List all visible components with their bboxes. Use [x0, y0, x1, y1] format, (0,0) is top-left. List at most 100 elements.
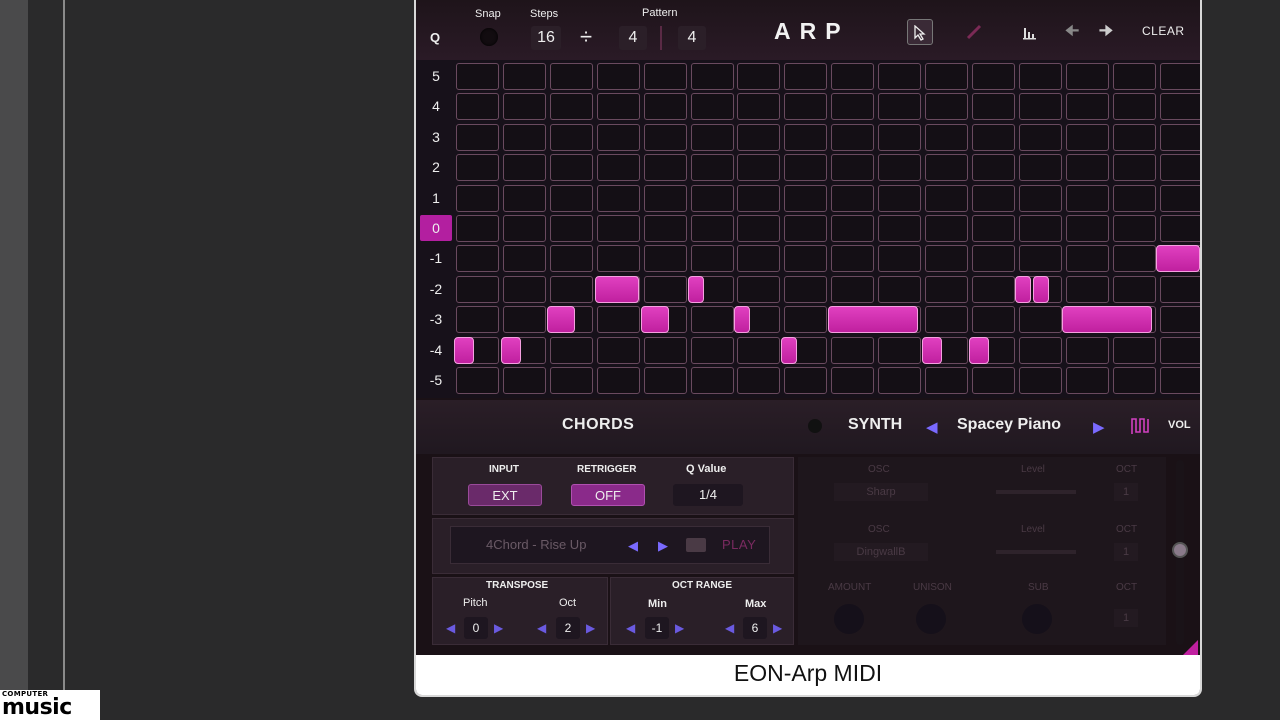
- note-block[interactable]: [595, 275, 639, 303]
- grid-cell[interactable]: [456, 63, 499, 90]
- grid-cell[interactable]: [831, 215, 875, 242]
- grid-cell[interactable]: [925, 306, 968, 334]
- grid-cell[interactable]: [549, 275, 593, 303]
- grid-cell[interactable]: [1159, 367, 1200, 394]
- grid-cell[interactable]: [925, 93, 968, 121]
- grid-cell[interactable]: [784, 245, 828, 273]
- grid-cell[interactable]: [1159, 215, 1200, 242]
- retrigger-toggle[interactable]: OFF: [571, 484, 645, 506]
- grid-cell[interactable]: [878, 275, 922, 303]
- note-block[interactable]: [1156, 245, 1200, 273]
- oct-down-icon[interactable]: ◀: [537, 621, 546, 635]
- grid-cell[interactable]: [971, 215, 1015, 242]
- note-block[interactable]: [922, 336, 942, 364]
- grid-cell[interactable]: [1065, 123, 1109, 151]
- grid-cell[interactable]: [596, 306, 640, 334]
- max-up-icon[interactable]: ▶: [773, 621, 782, 635]
- note-block[interactable]: [734, 306, 750, 334]
- grid-cell[interactable]: [1112, 336, 1156, 364]
- grid-cell[interactable]: [784, 63, 828, 90]
- draw-tool-icon[interactable]: [961, 19, 987, 45]
- min-value[interactable]: -1: [645, 617, 669, 639]
- volume-slider-handle[interactable]: [1172, 542, 1188, 558]
- grid-cell[interactable]: [925, 215, 968, 242]
- grid-cell[interactable]: [1112, 184, 1156, 212]
- grid-cell[interactable]: [831, 93, 875, 121]
- grid-cell[interactable]: [456, 275, 499, 303]
- grid-cell[interactable]: [596, 184, 640, 212]
- grid-cell[interactable]: [596, 245, 640, 273]
- grid-cell[interactable]: [1018, 184, 1062, 212]
- grid-cell[interactable]: [784, 184, 828, 212]
- grid-cell[interactable]: [549, 184, 593, 212]
- grid-cell[interactable]: [784, 367, 828, 394]
- pattern-value[interactable]: 4: [678, 26, 706, 50]
- grid-cell[interactable]: [925, 63, 968, 90]
- grid-cell[interactable]: [831, 63, 875, 90]
- grid-cell[interactable]: [596, 367, 640, 394]
- grid-cell[interactable]: [1065, 336, 1109, 364]
- grid-cell[interactable]: [878, 154, 922, 182]
- grid-cell[interactable]: [1065, 154, 1109, 182]
- grid-cell[interactable]: [456, 306, 499, 334]
- grid-cell[interactable]: [456, 367, 499, 394]
- note-block[interactable]: [454, 336, 474, 364]
- note-block[interactable]: [1033, 275, 1049, 303]
- grid-cell[interactable]: [971, 245, 1015, 273]
- grid-cell[interactable]: [831, 184, 875, 212]
- grid-cell[interactable]: [643, 93, 687, 121]
- grid-cell[interactable]: [549, 123, 593, 151]
- note-block[interactable]: [501, 336, 521, 364]
- grid-cell[interactable]: [502, 123, 546, 151]
- grid-cell[interactable]: [831, 367, 875, 394]
- grid-cell[interactable]: [1159, 63, 1200, 90]
- grid-cell[interactable]: [1018, 336, 1062, 364]
- grid-cell[interactable]: [643, 336, 687, 364]
- preset-next-icon[interactable]: ▶: [1093, 418, 1105, 436]
- play-button[interactable]: PLAY: [722, 537, 756, 552]
- grid-cell[interactable]: [1159, 275, 1200, 303]
- grid-cell[interactable]: [737, 63, 781, 90]
- note-block[interactable]: [1015, 275, 1031, 303]
- grid-cell[interactable]: [831, 123, 875, 151]
- pitch-up-icon[interactable]: ▶: [494, 621, 503, 635]
- note-block[interactable]: [688, 275, 704, 303]
- grid-cell[interactable]: [596, 336, 640, 364]
- velocity-bars-icon[interactable]: [1017, 19, 1043, 45]
- grid-cell[interactable]: [1065, 93, 1109, 121]
- folder-icon[interactable]: [686, 538, 706, 552]
- grid-cell[interactable]: [1112, 154, 1156, 182]
- preset-prev-icon[interactable]: ◀: [926, 418, 938, 436]
- osc1-wave-select[interactable]: Sharp: [834, 483, 928, 501]
- grid-cell[interactable]: [737, 93, 781, 121]
- sub-oct-value[interactable]: 1: [1114, 609, 1138, 627]
- grid-cell[interactable]: [1112, 367, 1156, 394]
- synth-preset-name[interactable]: Spacey Piano: [957, 416, 1061, 434]
- grid-cell[interactable]: [831, 245, 875, 273]
- grid-cell[interactable]: [925, 367, 968, 394]
- grid-cell[interactable]: [1065, 367, 1109, 394]
- grid-cell[interactable]: [971, 275, 1015, 303]
- grid-cell[interactable]: [878, 245, 922, 273]
- note-block[interactable]: [781, 336, 797, 364]
- grid-cell[interactable]: [1018, 93, 1062, 121]
- grid-cell[interactable]: [1159, 93, 1200, 121]
- max-value[interactable]: 6: [743, 617, 767, 639]
- chord-preset-name[interactable]: 4Chord - Rise Up: [486, 537, 586, 552]
- grid-cell[interactable]: [643, 154, 687, 182]
- grid-cell[interactable]: [502, 306, 546, 334]
- chord-next-icon[interactable]: ▶: [658, 538, 668, 554]
- grid-cell[interactable]: [971, 63, 1015, 90]
- grid-cell[interactable]: [1018, 63, 1062, 90]
- grid-cell[interactable]: [737, 215, 781, 242]
- grid-cell[interactable]: [690, 367, 734, 394]
- grid-cell[interactable]: [971, 306, 1015, 334]
- grid-cell[interactable]: [549, 245, 593, 273]
- grid-cell[interactable]: [456, 245, 499, 273]
- undo-arrow-icon[interactable]: 🠈: [1059, 19, 1085, 45]
- grid-cell[interactable]: [1112, 123, 1156, 151]
- grid-cell[interactable]: [1018, 154, 1062, 182]
- note-block[interactable]: [828, 306, 918, 334]
- grid-cell[interactable]: [1065, 215, 1109, 242]
- grid-cell[interactable]: [1018, 215, 1062, 242]
